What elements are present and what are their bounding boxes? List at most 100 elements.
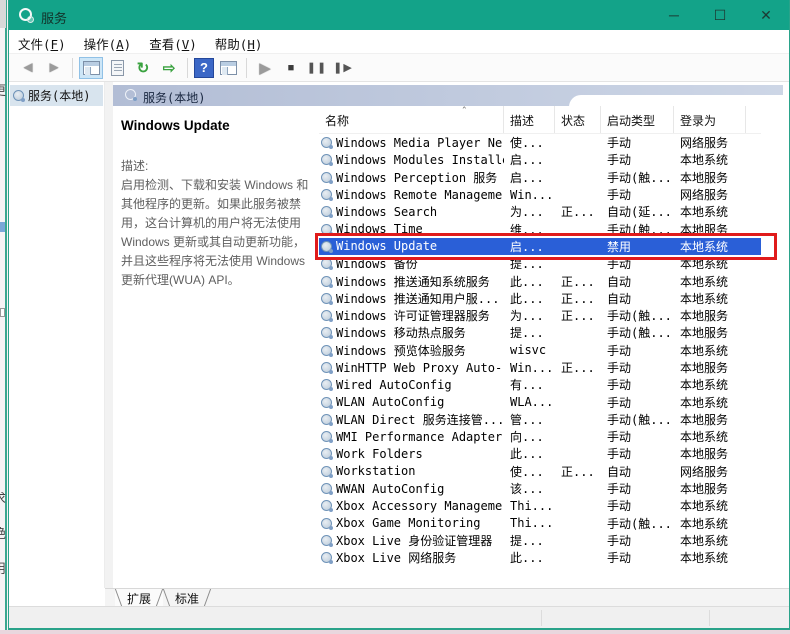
minimize-button[interactable]: ─ (651, 0, 697, 30)
startup-type-cell: 手动 (601, 549, 674, 564)
menu-action[interactable]: 操作(A) (75, 30, 141, 57)
table-row[interactable]: Windows Perception 服务启...手动(触...本地服务 (319, 169, 761, 186)
service-gear-icon (321, 518, 332, 529)
table-row[interactable]: Windows Media Player Ne...使...手动网络服务 (319, 134, 761, 151)
service-gear-icon (321, 293, 332, 304)
list-rows: Windows Media Player Ne...使...手动网络服务Wind… (319, 134, 761, 564)
startup-type-cell: 手动 (601, 428, 674, 445)
table-row[interactable]: Windows Remote Manageme...Win...手动网络服务 (319, 186, 761, 203)
export-list-icon[interactable]: ⇨ (157, 57, 181, 79)
table-row[interactable]: Windows 许可证管理器服务为...正...手动(触...本地服务 (319, 307, 761, 324)
table-row[interactable]: Windows 备份提...手动本地系统 (319, 255, 761, 272)
console-content: 服务(本地) 服务(本地) Windows Update 描述: 启用检测、下载… (9, 82, 789, 588)
tab-extended[interactable]: 扩展 (115, 589, 163, 606)
table-row[interactable]: Windows Search为...正...自动(延...本地系统 (319, 203, 761, 220)
service-gear-icon (321, 500, 332, 511)
column-header-status[interactable]: 状态 (555, 106, 601, 133)
background-text-fragment: 更 (0, 84, 6, 98)
logon-as-cell: 本地系统 (674, 342, 746, 359)
service-gear-icon (321, 154, 332, 165)
show-console-tree-icon[interactable] (79, 57, 103, 79)
table-row[interactable]: Windows Time维...手动(触...本地服务 (319, 220, 761, 237)
tab-standard[interactable]: 标准 (163, 589, 211, 606)
status-cell: 正... (555, 359, 601, 376)
selected-service-name: Windows Update (121, 118, 311, 133)
menu-file[interactable]: 文件(F) (9, 30, 75, 57)
table-row[interactable]: WinHTTP Web Proxy Auto-...Win...正...手动本地… (319, 359, 761, 376)
startup-type-cell: 自动 (601, 290, 674, 307)
table-row[interactable]: Windows 推送通知用户服...此...正...自动本地系统 (319, 290, 761, 307)
list-header-row: 名称 ˆ 描述 状态 启动类型 登录为 (319, 106, 761, 134)
table-row-selected[interactable]: Windows Update启...禁用本地系统 (319, 238, 761, 255)
service-name-cell: WinHTTP Web Proxy Auto-... (319, 361, 504, 375)
tree-item-label: 服务(本地) (28, 87, 90, 104)
table-row[interactable]: Xbox Accessory Manageme...Thi...手动本地系统 (319, 497, 761, 514)
table-row[interactable]: Windows Modules Installer启...手动本地系统 (319, 151, 761, 168)
description-cell: 此... (504, 549, 555, 564)
service-name-cell: Xbox Accessory Manageme... (319, 499, 504, 513)
pause-service-icon[interactable]: ❚❚ (305, 57, 329, 79)
column-header-logon-as[interactable]: 登录为 (674, 106, 746, 133)
table-row[interactable]: Work Folders此...手动本地服务 (319, 445, 761, 462)
table-row[interactable]: Xbox Live 网络服务此...手动本地系统 (319, 549, 761, 564)
logon-as-cell: 本地系统 (674, 515, 746, 532)
description-cell: 启... (504, 169, 555, 186)
startup-type-cell: 手动(触... (601, 324, 674, 341)
background-fragment (0, 308, 5, 317)
back-icon[interactable]: ◄ (16, 57, 40, 79)
menu-view[interactable]: 查看(V) (140, 30, 206, 57)
table-row[interactable]: WMI Performance Adapter向...手动本地系统 (319, 428, 761, 445)
startup-type-cell: 自动 (601, 273, 674, 290)
show-action-pane-icon[interactable] (216, 57, 240, 79)
table-row[interactable]: WLAN Direct 服务连接管...管...手动(触...本地服务 (319, 411, 761, 428)
logon-as-cell: 本地系统 (674, 151, 746, 168)
help-icon[interactable]: ? (194, 58, 214, 78)
column-header-startup-type[interactable]: 启动类型 (601, 106, 674, 133)
start-service-icon[interactable]: ▶ (253, 57, 277, 79)
forward-icon[interactable]: ► (42, 57, 66, 79)
table-row[interactable]: Xbox Game MonitoringThi...手动(触...本地系统 (319, 515, 761, 532)
stop-service-icon[interactable]: ■ (279, 57, 303, 79)
description-cell: 该... (504, 480, 555, 497)
panel-splitter[interactable] (105, 82, 113, 588)
logon-as-cell: 本地系统 (674, 290, 746, 307)
status-bar-divider (709, 610, 710, 626)
description-cell: 启... (504, 238, 555, 255)
table-row[interactable]: Windows 移动热点服务提...手动(触...本地服务 (319, 324, 761, 341)
logon-as-cell: 本地系统 (674, 238, 746, 255)
service-gear-icon (321, 276, 332, 287)
table-row[interactable]: Workstation使...正...自动网络服务 (319, 463, 761, 480)
startup-type-cell: 手动(触... (601, 307, 674, 324)
table-row[interactable]: Windows 预览体验服务wisvc手动本地系统 (319, 342, 761, 359)
description-label: 描述: (121, 157, 311, 174)
startup-type-cell: 禁用 (601, 238, 674, 255)
column-header-description[interactable]: 描述 (504, 106, 555, 133)
console-tree-panel: 服务(本地) (9, 82, 105, 588)
service-gear-icon (321, 397, 332, 408)
service-gear-icon (321, 431, 332, 442)
startup-type-cell: 自动(延... (601, 203, 674, 220)
service-name-cell: Work Folders (319, 447, 504, 461)
table-row[interactable]: WWAN AutoConfig该...手动本地服务 (319, 480, 761, 497)
logon-as-cell: 本地系统 (674, 255, 746, 272)
refresh-icon[interactable]: ↻ (131, 57, 155, 79)
service-name-cell: WLAN AutoConfig (319, 395, 504, 409)
service-gear-icon (321, 362, 332, 373)
toolbar-separator (72, 58, 73, 78)
properties-icon[interactable] (105, 57, 129, 79)
tree-item-services-local[interactable]: 服务(本地) (10, 85, 103, 106)
startup-type-cell: 手动 (601, 376, 674, 393)
description-cell: 有... (504, 376, 555, 393)
logon-as-cell: 本地系统 (674, 394, 746, 411)
table-row[interactable]: Wired AutoConfig有...手动本地系统 (319, 376, 761, 393)
maximize-button[interactable]: ☐ (697, 0, 743, 30)
table-row[interactable]: Xbox Live 身份验证管理器提...手动本地系统 (319, 532, 761, 549)
table-row[interactable]: Windows 推送通知系统服务此...正...自动本地系统 (319, 272, 761, 289)
menu-help[interactable]: 帮助(H) (206, 30, 272, 57)
taskpad-header: 服务(本地) (113, 85, 783, 106)
close-button[interactable]: ✕ (743, 0, 789, 30)
restart-service-icon[interactable]: ❚▶ (331, 57, 355, 79)
column-header-name[interactable]: 名称 (319, 106, 504, 133)
table-row[interactable]: WLAN AutoConfigWLA...手动本地系统 (319, 393, 761, 410)
service-name-cell: Windows 推送通知系统服务 (319, 273, 504, 290)
